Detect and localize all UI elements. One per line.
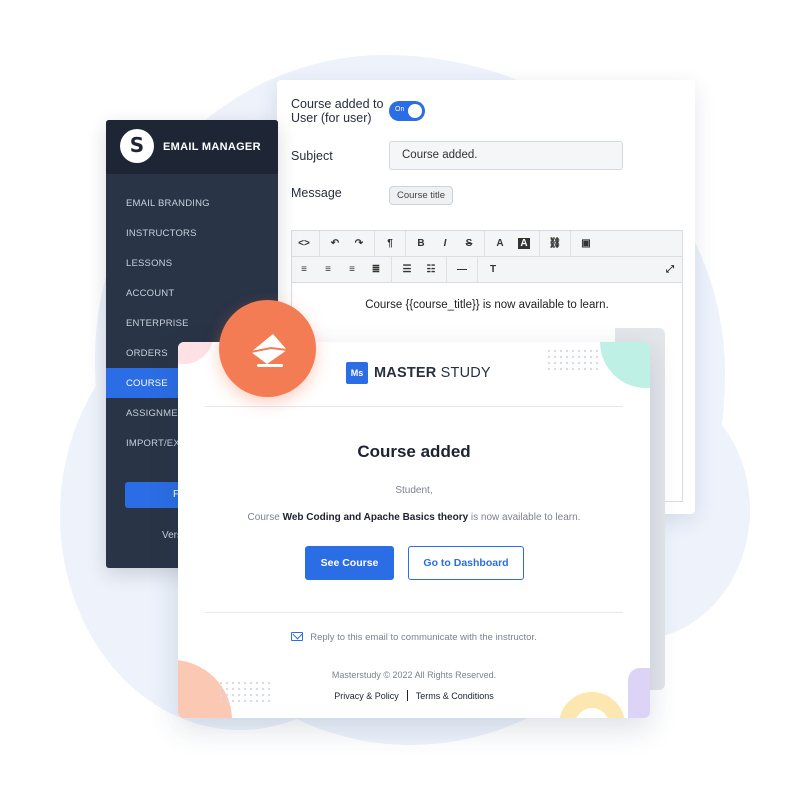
bold-icon[interactable]: B	[409, 233, 433, 255]
paragraph-icon[interactable]: ¶	[378, 233, 402, 255]
brand-name: MASTER STUDY	[374, 365, 491, 381]
undo-icon[interactable]: ↶	[323, 233, 347, 255]
dot-pattern	[546, 348, 602, 370]
message-label: Message	[291, 186, 342, 200]
italic-icon[interactable]: I	[433, 233, 457, 255]
subject-input[interactable]: Course added.	[389, 141, 623, 170]
terms-link[interactable]: Terms & Conditions	[416, 691, 494, 701]
sidebar-title: EMAIL MANAGER	[163, 141, 261, 153]
envelope-icon	[250, 334, 288, 367]
email-title: Course added	[357, 442, 471, 461]
align-left-icon[interactable]: ≡	[292, 259, 316, 281]
course-name: Web Coding and Apache Basics theory	[282, 512, 469, 523]
horizontal-rule-icon[interactable]: —	[450, 259, 474, 281]
strikethrough-icon[interactable]: S	[457, 233, 481, 255]
link-icon[interactable]: ⛓	[543, 233, 567, 255]
editor-content[interactable]: Course {{course_title}} is now available…	[292, 299, 682, 311]
email-greeting: Student,	[395, 485, 433, 496]
decoration	[178, 342, 214, 364]
text-color-icon[interactable]: A	[488, 233, 512, 255]
brand-icon: Ms	[346, 362, 368, 384]
go-to-dashboard-button[interactable]: Go to Dashboard	[408, 546, 524, 580]
editor-toolbar-row: ≡ ≡ ≡ ≣ ☰ ☷ — T ⤢	[292, 256, 682, 283]
email-preview-card: Ms MASTER STUDY Course added Student, Co…	[178, 342, 650, 718]
bullet-list-icon[interactable]: ☰	[395, 259, 419, 281]
brand-logo: Ms MASTER STUDY	[346, 362, 491, 384]
copyright: Masterstudy © 2022 All Rights Reserved.	[331, 670, 497, 680]
toggle-knob	[408, 104, 422, 118]
align-right-icon[interactable]: ≡	[340, 259, 364, 281]
email-badge	[219, 300, 316, 397]
divider	[205, 612, 623, 613]
fullscreen-icon[interactable]: ⤢	[658, 259, 682, 281]
footer-links: Privacy & Policy Terms & Conditions	[178, 690, 650, 701]
decoration	[600, 342, 650, 388]
subject-label: Subject	[291, 149, 333, 163]
see-course-button[interactable]: See Course	[305, 546, 394, 580]
privacy-link[interactable]: Privacy & Policy	[334, 691, 399, 701]
toggle-text: On	[395, 106, 405, 113]
sidebar-item-lessons[interactable]: LESSONS	[106, 248, 278, 278]
source-code-icon[interactable]: <>	[292, 233, 316, 255]
align-center-icon[interactable]: ≡	[316, 259, 340, 281]
redo-icon[interactable]: ↷	[347, 233, 371, 255]
align-justify-icon[interactable]: ≣	[364, 259, 388, 281]
course-title-chip[interactable]: Course title	[389, 186, 454, 205]
app-logo: S	[120, 129, 154, 163]
sidebar-header: S EMAIL MANAGER	[106, 120, 278, 174]
reply-note: Reply to this email to communicate with …	[178, 632, 650, 643]
divider	[205, 406, 623, 407]
numbered-list-icon[interactable]: ☷	[419, 259, 443, 281]
sidebar-item-instructors[interactable]: INSTRUCTORS	[106, 218, 278, 248]
sidebar-item-email-branding[interactable]: EMAIL BRANDING	[106, 188, 278, 218]
editor-toolbar-row: <> ↶ ↷ ¶ B I S A A ⛓ ▣	[292, 230, 682, 257]
mail-icon	[291, 632, 304, 641]
image-icon[interactable]: ▣	[574, 233, 598, 255]
clear-format-icon[interactable]: T	[481, 259, 505, 281]
background-color-icon[interactable]: A	[512, 233, 536, 255]
notification-label: Course added to User (for user)	[291, 97, 384, 125]
email-message: Course Web Coding and Apache Basics theo…	[247, 512, 581, 523]
enable-toggle[interactable]: On	[389, 101, 425, 121]
